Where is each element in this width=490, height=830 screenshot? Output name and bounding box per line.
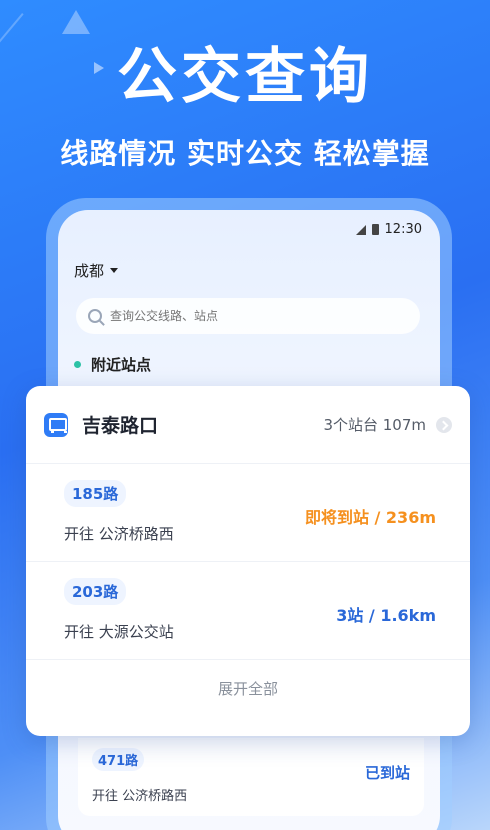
bus-icon	[44, 412, 68, 437]
route-badge: 203路	[64, 578, 127, 605]
nearby-heading: 附近站点	[74, 354, 151, 375]
search-bar[interactable]	[76, 298, 420, 334]
stop-meta: 3个站台 107m	[323, 416, 426, 434]
city-selector[interactable]: 成都	[74, 260, 119, 281]
promo-subline: 线路情况 实时公交 轻松掌握	[60, 137, 430, 170]
expand-all-button[interactable]: 展开全部	[26, 660, 470, 699]
promo-headline: 公交查询	[117, 42, 373, 112]
route-row-203[interactable]: 203路 开往 大源公交站 3站 / 1.6km	[26, 562, 470, 660]
route-destination: 开往 公济桥路西	[92, 789, 188, 804]
stop-card-header[interactable]: 吉泰路口 3个站台 107m	[26, 386, 470, 464]
dot-icon	[74, 361, 81, 368]
status-bar: 12:30	[355, 222, 422, 237]
route-badge: 471路	[92, 748, 145, 771]
route-status: 3站 / 1.6km	[336, 606, 436, 625]
route-row-185[interactable]: 185路 开往 公济桥路西 即将到站 / 236m	[26, 464, 470, 562]
status-time: 12:30	[384, 222, 422, 237]
search-input[interactable]	[110, 309, 360, 323]
background-route-card[interactable]: 471路 开往 公济桥路西 已到站	[78, 738, 424, 816]
stop-name: 吉泰路口	[82, 415, 159, 437]
route-status: 已到站	[364, 764, 410, 782]
route-status: 即将到站 / 236m	[304, 508, 436, 527]
battery-icon	[371, 224, 379, 235]
stop-card: 吉泰路口 3个站台 107m 185路 开往 公济桥路西 即将到站 / 236m…	[26, 386, 470, 736]
signal-icon	[355, 224, 366, 235]
search-icon	[88, 309, 102, 323]
city-label: 成都	[74, 262, 105, 280]
nearby-label: 附近站点	[91, 356, 152, 374]
route-badge: 185路	[64, 480, 127, 507]
chevron-right-icon[interactable]	[436, 416, 452, 433]
caret-down-icon	[110, 268, 119, 273]
